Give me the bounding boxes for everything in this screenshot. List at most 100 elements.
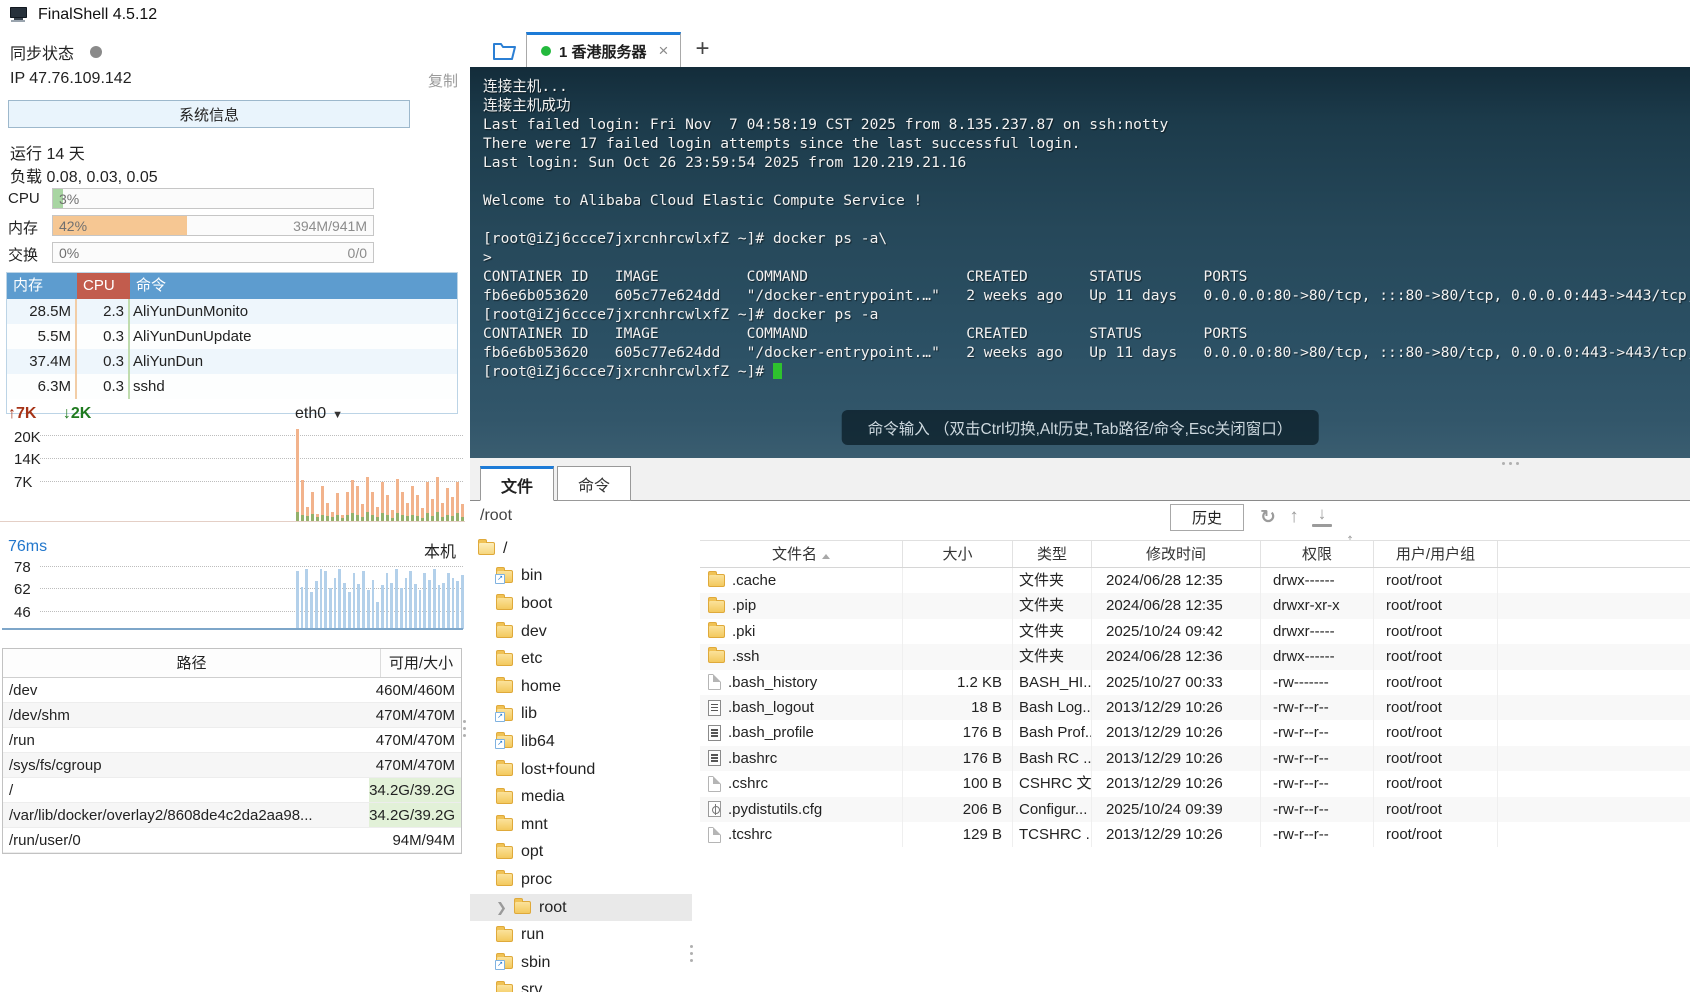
tree-item-boot[interactable]: boot (470, 590, 692, 618)
process-row: 37.4M0.3AliYunDun (7, 349, 457, 374)
tree-item-sbin[interactable]: sbin (470, 949, 692, 977)
history-button[interactable]: 历史 (1170, 504, 1244, 531)
tab-commands[interactable]: 命令 (557, 466, 631, 501)
system-info-button[interactable]: 系统信息 (8, 100, 410, 128)
tree-item-media[interactable]: media (470, 783, 692, 811)
file-type-cell: 文件夹 (1013, 593, 1092, 618)
tree-item-lostfound[interactable]: lost+found (470, 756, 692, 784)
file-perm-cell: -rw-r--r-- (1261, 771, 1374, 796)
net-up-bar (366, 477, 369, 521)
tree-item-root[interactable]: ❯root (470, 894, 692, 922)
file-row[interactable]: .cache文件夹2024/06/28 12:35drwx------root/… (700, 568, 1690, 593)
net-up-bar (456, 482, 459, 521)
disk-header-path[interactable]: 路径 (3, 649, 381, 677)
col-header-size[interactable]: 大小 (903, 541, 1013, 567)
file-perm-cell: drwxr----- (1261, 619, 1374, 644)
disk-header-avail[interactable]: 可用/大小 (381, 649, 461, 677)
tab-files[interactable]: 文件 (480, 466, 554, 501)
tree-item-proc[interactable]: proc (470, 866, 692, 894)
connection-manager-button[interactable] (484, 33, 526, 67)
file-row[interactable]: .bash_logout18 BBash Log...2013/12/29 10… (700, 695, 1690, 720)
interface-selector[interactable]: eth0▼ (295, 405, 343, 423)
file-name-cell: .pip (700, 593, 903, 618)
ping-bar (423, 573, 426, 629)
file-row[interactable]: .pip文件夹2024/06/28 12:35drwxr-xr-xroot/ro… (700, 593, 1690, 618)
net-up-bar (416, 495, 419, 521)
process-cpu: 0.3 (77, 374, 130, 399)
process-row: 5.5M0.3AliYunDunUpdate (7, 324, 457, 349)
ping-bar (362, 571, 365, 629)
process-cpu: 0.3 (77, 324, 130, 349)
file-empty-cell (1498, 593, 1690, 618)
col-header-owner[interactable]: 用户/用户组 (1374, 541, 1498, 567)
download-icon[interactable]: ↓ (1310, 504, 1334, 530)
disk-row: /dev460M/460M (3, 678, 461, 703)
copy-ip-button[interactable]: 复制 (428, 70, 458, 91)
tree-item-opt[interactable]: opt (470, 839, 692, 867)
chevron-right-icon[interactable]: ❯ (496, 900, 506, 916)
file-size-cell: 18 B (903, 695, 1013, 720)
process-mem: 6.3M (7, 374, 77, 399)
tree-item-[interactable]: / (470, 535, 692, 563)
ping-bar (310, 592, 313, 629)
current-path-input[interactable]: /root (480, 507, 512, 525)
sidebar-splitter-handle[interactable] (460, 720, 468, 746)
tree-item-mnt[interactable]: mnt (470, 811, 692, 839)
ping-bar (357, 584, 360, 629)
file-row[interactable]: .bash_profile176 BBash Prof...2013/12/29… (700, 720, 1690, 745)
file-row[interactable]: .pki文件夹2025/10/24 09:42drwxr-----root/ro… (700, 619, 1690, 644)
file-row[interactable]: .ssh文件夹2024/06/28 12:36drwx------root/ro… (700, 644, 1690, 669)
app-logo-icon (10, 7, 29, 23)
process-header-cmd[interactable]: 命令 (130, 273, 457, 299)
up-directory-icon[interactable]: ↑ (1282, 504, 1306, 530)
file-perm-cell: drwx------ (1261, 644, 1374, 669)
file-row[interactable]: .cshrc100 BCSHRC 文...2013/12/29 10:26-rw… (700, 771, 1690, 796)
net-up-bar (331, 512, 334, 521)
tree-item-bin[interactable]: bin (470, 563, 692, 591)
file-perm-cell: drwxr-xr-x (1261, 593, 1374, 618)
col-header-perm[interactable]: 权限 (1261, 541, 1374, 567)
file-row[interactable]: .tcshrc129 BTCSHRC ...2013/12/29 10:26-r… (700, 822, 1690, 847)
file-size-cell: 176 B (903, 746, 1013, 771)
tree-item-srv[interactable]: srv (470, 977, 692, 992)
refresh-icon[interactable]: ↻ (1256, 504, 1280, 530)
tree-item-home[interactable]: home (470, 673, 692, 701)
tree-item-label: boot (521, 595, 552, 613)
file-size-cell: 100 B (903, 771, 1013, 796)
tab-hongkong-server[interactable]: 1 香港服务器 × (526, 32, 681, 67)
process-header-cpu[interactable]: CPU (77, 273, 130, 299)
col-header-mtime[interactable]: 修改时间 (1092, 541, 1261, 567)
tree-item-dev[interactable]: dev (470, 618, 692, 646)
file-empty-cell (1498, 619, 1690, 644)
net-up-bar (351, 480, 354, 521)
tree-item-lib[interactable]: lib (470, 701, 692, 729)
tree-item-etc[interactable]: etc (470, 645, 692, 673)
file-owner-cell: root/root (1374, 644, 1498, 669)
directory-tree: /bin boot devetchomeliblib64lost+foundmedi… (470, 535, 692, 992)
terminal-splitter-handle[interactable] (1502, 462, 1519, 465)
disk-path: /sys/fs/cgroup (3, 753, 376, 777)
disk-avail: 34.2G/39.2G (369, 803, 461, 827)
file-mtime-cell: 2025/10/24 09:42 (1092, 619, 1261, 644)
folder-icon (496, 735, 513, 748)
disk-row: /var/lib/docker/overlay2/8608de4c2da2aa9… (3, 803, 461, 828)
chevron-down-icon: ▼ (332, 409, 343, 421)
ping-bar (438, 585, 441, 629)
tree-splitter-handle[interactable] (690, 945, 693, 962)
file-row[interactable]: .bashrc176 BBash RC ...2013/12/29 10:26-… (700, 746, 1690, 771)
file-row[interactable]: .bash_history1.2 KBBASH_HI...2025/10/27 … (700, 670, 1690, 695)
gauge-内存: 内存42%394M/941M (0, 215, 465, 237)
gauge-detail: 394M/941M (293, 218, 367, 234)
new-tab-button[interactable]: + (695, 35, 709, 63)
close-tab-icon[interactable]: × (659, 41, 669, 61)
terminal-screen[interactable]: 连接主机... 连接主机成功 Last failed login: Fri No… (470, 67, 1690, 458)
file-name: .bashrc (728, 746, 777, 771)
col-header-type[interactable]: 类型 (1013, 541, 1092, 567)
tree-item-lib64[interactable]: lib64 (470, 728, 692, 756)
process-header-mem[interactable]: 内存 (7, 273, 77, 299)
net-up-bar (386, 495, 389, 521)
col-header-filename[interactable]: 文件名 (700, 541, 903, 567)
monitor-sidebar: 同步状态 IP 47.76.109.142 复制 系统信息 运行 14 天 负载… (0, 30, 465, 992)
tree-item-run[interactable]: run (470, 921, 692, 949)
file-row[interactable]: .pydistutils.cfg206 BConfigur...2025/10/… (700, 797, 1690, 822)
